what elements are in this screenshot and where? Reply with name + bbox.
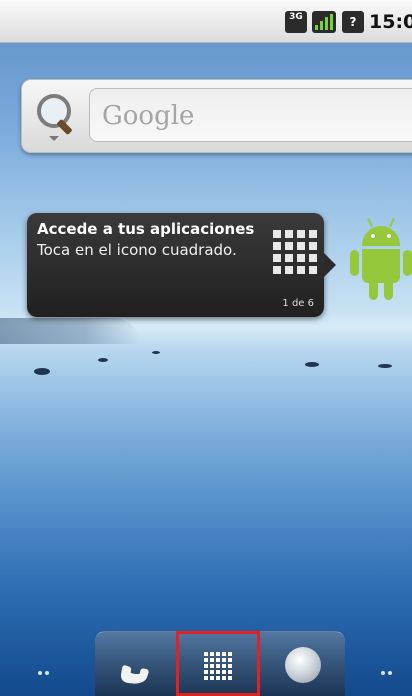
wallpaper-shore	[0, 318, 140, 344]
wallpaper-rock	[378, 364, 392, 368]
chevron-down-icon	[49, 136, 59, 141]
tooltip-body: Toca en el icono cuadrado.	[37, 241, 237, 259]
signal-strength-icon	[312, 11, 336, 33]
app-grid-icon	[273, 230, 321, 278]
phone-icon[interactable]	[110, 644, 158, 692]
wallpaper-rock	[98, 358, 108, 362]
app-drawer-button[interactable]	[176, 631, 260, 696]
google-search-widget[interactable]: Google	[21, 79, 412, 153]
battery-unknown-icon: ?	[342, 11, 364, 33]
wallpaper-rock	[152, 351, 160, 354]
status-time: 15:05	[369, 11, 412, 33]
home-screen: 3G ? 15:05 Google Accede a tus aplicacio…	[0, 0, 412, 696]
tooltip-page-indicator: 1 de 6	[282, 298, 314, 309]
status-bar[interactable]: 3G ? 15:05	[0, 0, 412, 43]
android-robot-icon	[350, 217, 412, 310]
wallpaper-rock	[34, 368, 50, 375]
tooltip-title: Accede a tus aplicaciones	[37, 220, 255, 238]
wallpaper-rock	[305, 362, 319, 367]
page-dots-left[interactable]	[38, 660, 52, 679]
search-magnifier-icon[interactable]	[35, 92, 75, 141]
page-dots-right[interactable]	[381, 660, 395, 679]
3g-network-icon: 3G	[285, 11, 307, 33]
onboarding-tooltip[interactable]: Accede a tus aplicaciones Toca en el ico…	[27, 213, 336, 317]
search-input[interactable]: Google	[89, 88, 412, 142]
network-badge-label: 3G	[289, 12, 303, 22]
browser-globe-icon[interactable]	[285, 647, 321, 683]
